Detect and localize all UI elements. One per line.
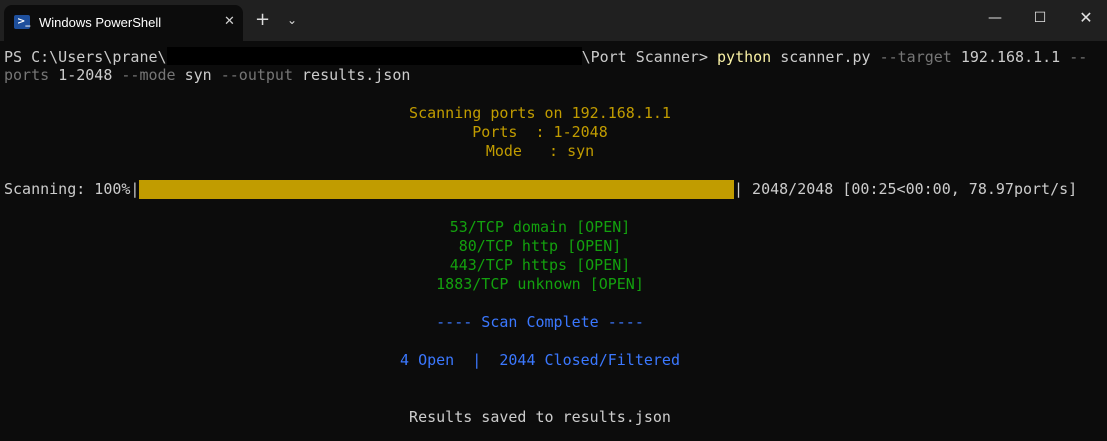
- tab-windows-powershell[interactable]: >_ Windows PowerShell ✕: [4, 5, 243, 41]
- maximize-button[interactable]: ☐: [1025, 8, 1055, 28]
- prompt-line-1: PS C:\Users\prane\ \Port Scanner> python …: [4, 47, 1087, 67]
- target-value: 192.168.1.1: [960, 48, 1061, 66]
- chevron-down-icon[interactable]: ⌄: [287, 12, 297, 28]
- progress-stats: | 2048/2048 [00:25<00:00, 78.97port/s]: [734, 180, 1078, 198]
- close-tab-icon[interactable]: ✕: [224, 13, 235, 31]
- prompt-suffix: \Port Scanner>: [581, 48, 708, 66]
- tab-title: Windows PowerShell: [39, 15, 162, 30]
- progress-label: Scanning: 100%|: [4, 180, 140, 198]
- redacted-path: [166, 47, 582, 65]
- new-tab-icon[interactable]: +: [255, 10, 270, 30]
- progress-bar: [139, 180, 734, 199]
- ports-value: 1-2048: [58, 66, 113, 84]
- powershell-icon: >_: [14, 15, 30, 29]
- close-window-button[interactable]: ✕: [1071, 8, 1101, 28]
- terminal-output[interactable]: PS C:\Users\prane\ \Port Scanner> python …: [0, 41, 1107, 441]
- mode-value: syn: [184, 66, 212, 84]
- scan-complete-banner: ---- Scan Complete ----: [436, 313, 644, 331]
- command-name: python: [717, 48, 772, 66]
- result-line: 1883/TCP unknown [OPEN]: [436, 275, 644, 293]
- header-line-1: Scanning ports on 192.168.1.1: [409, 104, 671, 122]
- header-line-3: Mode : syn: [485, 142, 595, 160]
- prompt-prefix: PS C:\Users\prane\: [4, 48, 167, 66]
- ports-flag-word: ports: [4, 66, 50, 84]
- result-line: 443/TCP https [OPEN]: [449, 256, 631, 274]
- saved-message: Results saved to results.json: [409, 408, 671, 426]
- flag-mode: --mode: [121, 66, 176, 84]
- summary-counts: 4 Open | 2044 Closed/Filtered: [400, 351, 680, 369]
- result-line: 53/TCP domain [OPEN]: [449, 218, 631, 236]
- header-line-2: Ports : 1-2048: [472, 123, 608, 141]
- title-bar: >_ Windows PowerShell ✕ + ⌄ — ☐ ✕: [0, 0, 1107, 41]
- command-arg: scanner.py: [780, 48, 871, 66]
- output-value: results.json: [302, 66, 411, 84]
- result-line: 80/TCP http [OPEN]: [458, 237, 622, 255]
- flag-continuation: --: [1069, 48, 1088, 66]
- minimize-button[interactable]: —: [980, 8, 1010, 28]
- flag-output: --output: [220, 66, 293, 84]
- prompt-line-2: ports 1-2048 --mode syn --output results…: [4, 66, 410, 85]
- flag-target: --target: [879, 48, 952, 66]
